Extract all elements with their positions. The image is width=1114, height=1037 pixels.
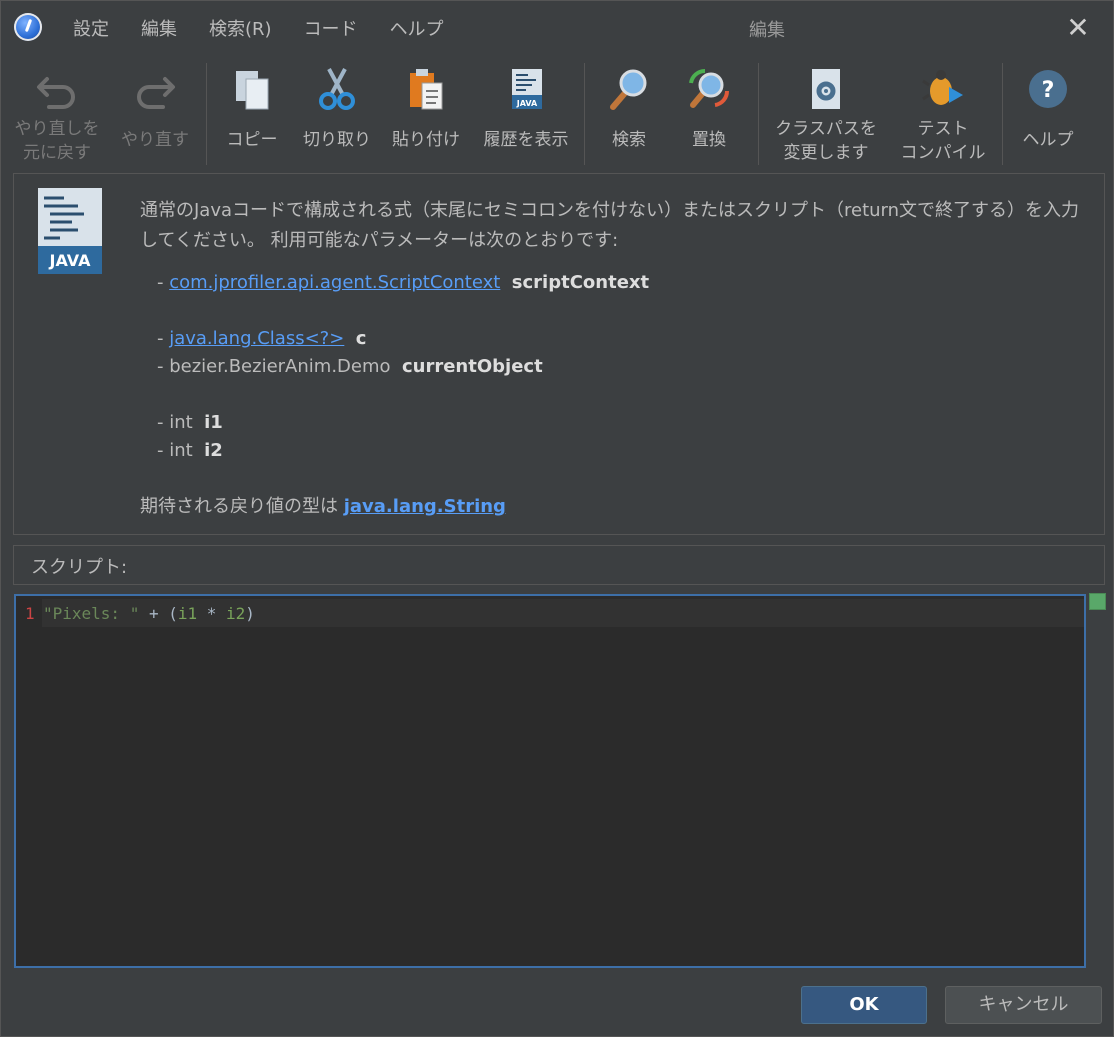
- param-name: i2: [204, 440, 223, 461]
- app-logo-icon: [14, 13, 42, 41]
- copy-button[interactable]: コピー: [213, 57, 291, 169]
- help-label: ヘルプ: [1022, 130, 1074, 150]
- menu-code[interactable]: コード: [288, 15, 374, 41]
- return-type-link[interactable]: java.lang.String: [344, 496, 506, 517]
- test-compile-button[interactable]: テスト コンパイル: [891, 57, 995, 169]
- show-history-button[interactable]: JAVA 履歴を表示: [475, 57, 577, 169]
- menu-help[interactable]: ヘルプ: [374, 15, 460, 41]
- svg-text:?: ?: [1042, 78, 1055, 103]
- menu-edit[interactable]: 編集: [125, 15, 193, 41]
- redo-icon: [137, 77, 175, 109]
- undo-icon: [37, 77, 75, 109]
- code-line[interactable]: "Pixels: " + (i1 * i2): [43, 604, 255, 623]
- toolbar: やり直しを 元に戻す やり直す コピー 切り取り 貼り付け JAVA 履歴を表示…: [1, 57, 1113, 169]
- toolbar-divider: [1002, 63, 1003, 165]
- toolbar-divider: [758, 63, 759, 165]
- param-name: i1: [204, 412, 223, 433]
- scissors-icon: [319, 68, 355, 110]
- replace-icon: [689, 68, 730, 108]
- replace-button[interactable]: 置換: [673, 57, 745, 169]
- help-icon: ?: [1029, 70, 1067, 108]
- redo-button[interactable]: やり直す: [109, 57, 201, 169]
- param-type-link[interactable]: java.lang.Class<?>: [169, 328, 344, 349]
- test-compile-label-line1: テスト: [917, 119, 969, 139]
- bug-icon: [922, 70, 963, 105]
- param-row: - java.lang.Class<?> c: [157, 328, 367, 349]
- param-row: - int i1: [157, 412, 223, 433]
- edit-dialog: 設定 編集 検索(R) コード ヘルプ 編集 ✕ やり直しを 元に戻す やり直す…: [0, 0, 1114, 1037]
- script-label-panel: スクリプト:: [13, 545, 1105, 585]
- magnifier-icon: [610, 69, 647, 110]
- cut-button[interactable]: 切り取り: [295, 57, 379, 169]
- param-name: c: [355, 328, 367, 349]
- param-name: currentObject: [401, 356, 543, 377]
- code-variable: i2: [226, 604, 246, 623]
- svg-text:JAVA: JAVA: [49, 251, 92, 270]
- status-ok-marker: [1089, 593, 1106, 610]
- menu-bar: 設定 編集 検索(R) コード ヘルプ: [57, 1, 460, 55]
- param-row: - bezier.BezierAnim.Demo currentObject: [157, 356, 543, 377]
- paste-button[interactable]: 貼り付け: [385, 57, 467, 169]
- find-label: 検索: [612, 130, 646, 150]
- test-compile-label-line2: コンパイル: [900, 143, 986, 163]
- java-file-icon: JAVA: [38, 188, 102, 274]
- ok-button[interactable]: OK: [801, 986, 927, 1024]
- undo-label-line2: 元に戻す: [23, 143, 91, 163]
- find-button[interactable]: 検索: [595, 57, 663, 169]
- param-row: - com.jprofiler.api.agent.ScriptContext …: [157, 272, 650, 293]
- line-number: 1: [25, 604, 35, 623]
- title-bar: 設定 編集 検索(R) コード ヘルプ 編集 ✕: [1, 1, 1113, 55]
- code-editor[interactable]: 1 "Pixels: " + (i1 * i2): [14, 594, 1086, 968]
- replace-label: 置換: [692, 130, 726, 150]
- code-operator: *: [197, 604, 227, 623]
- redo-label: やり直す: [121, 130, 189, 150]
- copy-icon: [236, 71, 269, 110]
- undo-button[interactable]: やり直しを 元に戻す: [7, 57, 107, 169]
- java-file-icon: JAVA: [512, 69, 542, 109]
- script-label: スクリプト:: [31, 557, 128, 578]
- description-panel: JAVA 通常のJavaコードで構成される式（末尾にセミコロンを付けない）または…: [13, 173, 1105, 535]
- classpath-label-line1: クラスパスを: [775, 119, 877, 139]
- classpath-settings-icon: [812, 69, 840, 109]
- close-icon[interactable]: ✕: [1061, 11, 1095, 45]
- code-string-literal: "Pixels: ": [43, 604, 140, 623]
- return-type-row: 期待される戻り値の型は java.lang.String: [140, 492, 506, 518]
- return-type-prefix: 期待される戻り値の型は: [140, 496, 338, 517]
- toolbar-divider: [206, 63, 207, 165]
- param-name: scriptContext: [511, 272, 650, 293]
- code-operator: + (: [139, 604, 178, 623]
- menu-settings[interactable]: 設定: [57, 15, 125, 41]
- cut-label: 切り取り: [303, 130, 371, 150]
- param-type-link[interactable]: com.jprofiler.api.agent.ScriptContext: [169, 272, 500, 293]
- description-intro: 通常のJavaコードで構成される式（末尾にセミコロンを付けない）またはスクリプト…: [140, 200, 1080, 251]
- copy-label: コピー: [226, 130, 278, 150]
- menu-search[interactable]: 検索(R): [193, 15, 288, 41]
- param-type: bezier.BezierAnim.Demo: [169, 356, 391, 377]
- show-history-label: 履歴を表示: [483, 130, 569, 150]
- svg-text:JAVA: JAVA: [516, 99, 538, 108]
- paste-label: 貼り付け: [392, 130, 460, 150]
- help-button[interactable]: ? ヘルプ: [1009, 57, 1087, 169]
- undo-label-line1: やり直しを: [14, 119, 100, 139]
- param-type: int: [169, 440, 193, 461]
- paste-icon: [410, 69, 443, 110]
- cancel-button[interactable]: キャンセル: [945, 986, 1102, 1024]
- param-type: int: [169, 412, 193, 433]
- param-row: - int i2: [157, 440, 223, 461]
- classpath-label-line2: 変更します: [783, 143, 869, 163]
- toolbar-divider: [584, 63, 585, 165]
- code-operator: ): [245, 604, 255, 623]
- change-classpath-button[interactable]: クラスパスを 変更します: [765, 57, 887, 169]
- code-variable: i1: [177, 604, 198, 623]
- window-title: 編集: [749, 20, 785, 41]
